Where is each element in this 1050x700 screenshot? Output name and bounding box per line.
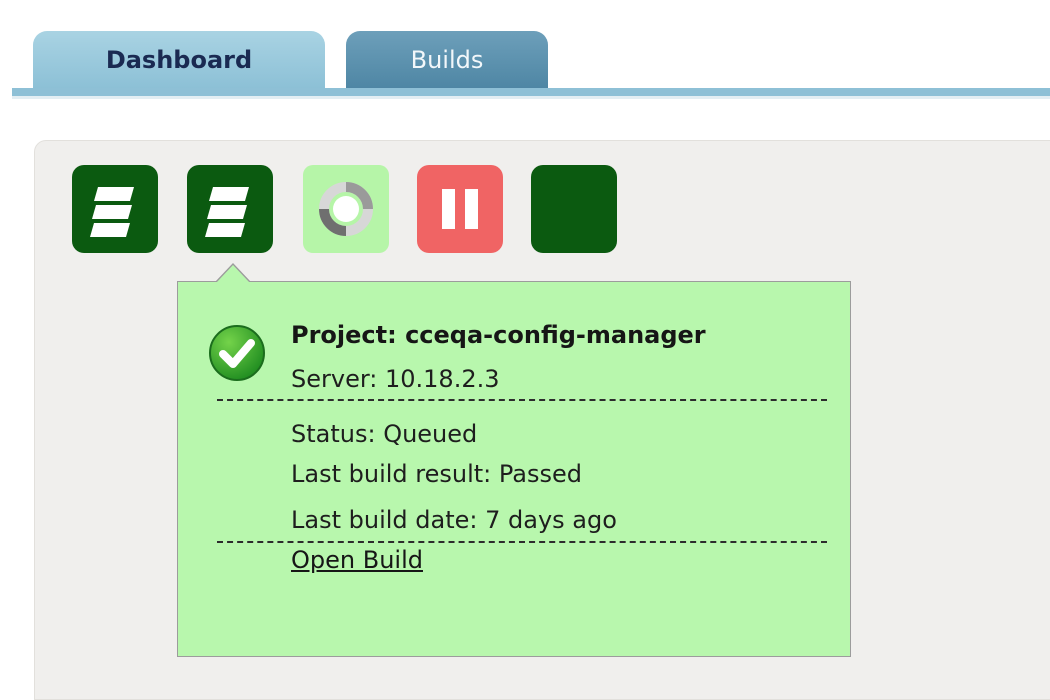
open-build-link[interactable]: Open Build [291, 543, 423, 577]
popup-last-build-date: Last build date: 7 days ago [291, 506, 617, 534]
popup-pointer-fill [216, 265, 250, 283]
project-status-pending[interactable] [303, 165, 389, 253]
popup-server: Server: 10.18.2.3 [291, 365, 500, 393]
project-status-building-1[interactable] [72, 165, 158, 253]
spinner-icon [319, 182, 373, 236]
tab-dashboard[interactable]: Dashboard [33, 31, 325, 89]
popup-project-name: Project: cceqa-config-manager [291, 321, 706, 349]
project-status-paused[interactable] [417, 165, 503, 253]
tab-builds[interactable]: Builds [346, 31, 548, 89]
project-status-building-2[interactable] [187, 165, 273, 253]
popup-last-build-result: Last build result: Passed [291, 460, 582, 488]
popup-status: Status: Queued [291, 420, 478, 448]
pause-icon [442, 189, 478, 229]
tab-bar-shadow [12, 96, 1050, 99]
stacked-layers-icon [205, 187, 249, 237]
tab-strip: Dashboard Builds [0, 0, 1050, 100]
check-circle-icon [209, 325, 265, 381]
stacked-layers-icon [90, 187, 134, 237]
project-status-passed[interactable] [531, 165, 617, 253]
popup-divider-1 [217, 399, 827, 401]
tab-bar-divider [12, 88, 1050, 96]
